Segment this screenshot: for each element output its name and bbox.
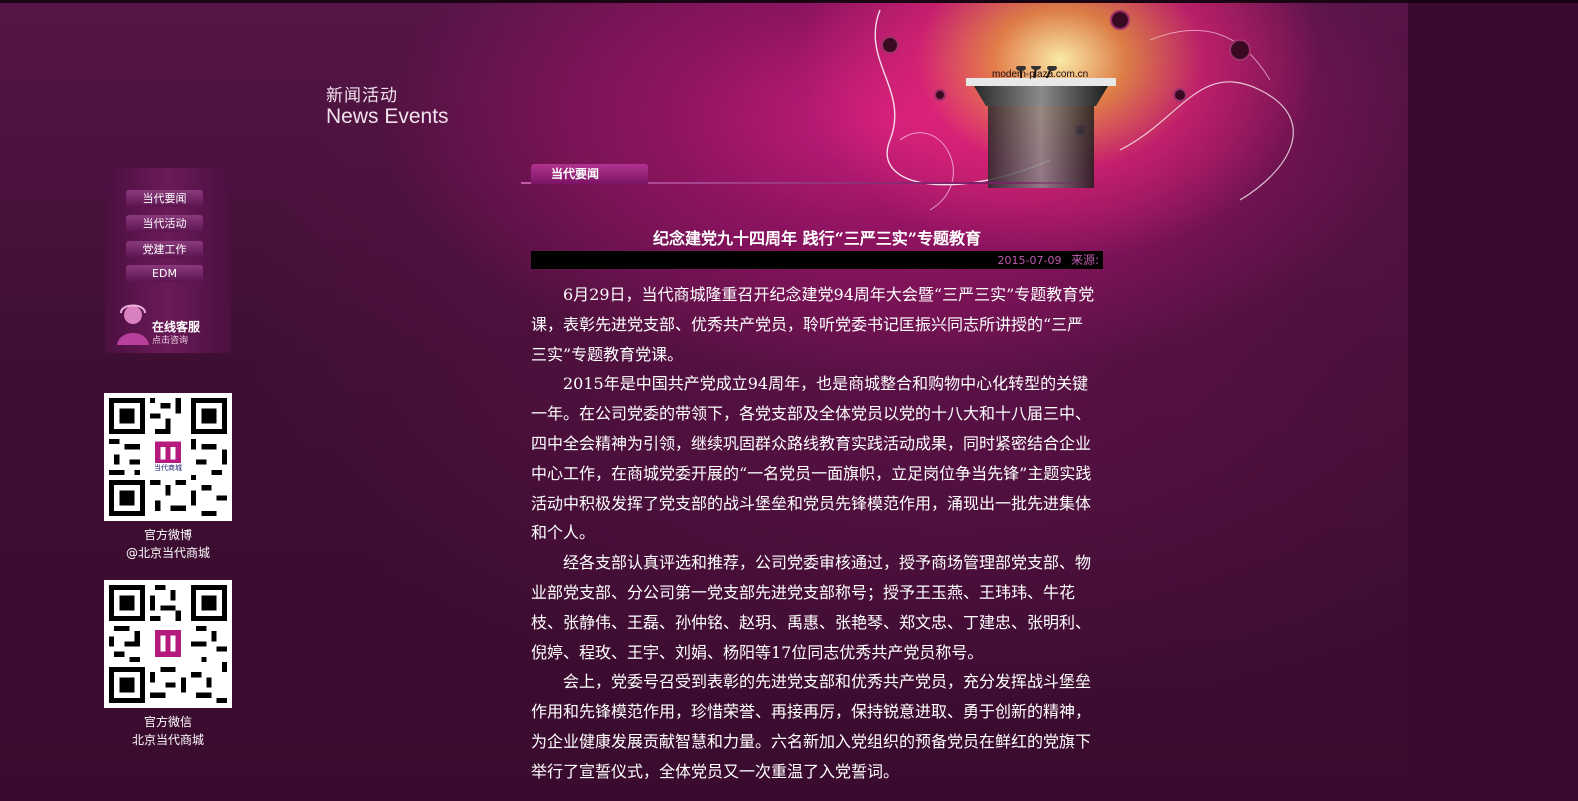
- wechat-caption-line1: 官方微信: [143, 715, 192, 729]
- right-margin: [1408, 0, 1578, 801]
- online-service-button[interactable]: 在线客服 点击咨询: [105, 296, 231, 346]
- article-paragraph: 2015年是中国共产党成立94周年，也是商城整合和购物中心化转型的关键一年。在公…: [531, 374, 1092, 543]
- sidebar-item-news[interactable]: 当代要闻: [126, 190, 203, 207]
- article-paragraph: 会上，党委号召受到表彰的先进党支部和优秀共产党员，充分发挥战斗堡垒作用和先锋模范…: [531, 672, 1092, 781]
- section-title-en: News Events: [326, 105, 449, 128]
- wechat-qr-code[interactable]: [104, 580, 232, 708]
- sidebar-menu: 当代要闻 当代活动 党建工作 EDM 在线客服 点击咨询: [105, 168, 231, 353]
- weibo-caption-line1: 官方微博: [143, 528, 192, 542]
- article-body: 6月29日，当代商城隆重召开纪念建党94周年大会暨“三严三实”专题教育党课，表彰…: [531, 280, 1097, 787]
- sidebar-item-party-work[interactable]: 党建工作: [126, 241, 203, 258]
- qr-code-icon: [104, 393, 232, 521]
- article-title: 纪念建党九十四周年 践行“三严三实”专题教育: [653, 229, 981, 248]
- article-paragraph: 经各支部认真评选和推荐，公司党委审核通过，授予商场管理部党支部、物业部党支部、分…: [531, 553, 1092, 662]
- top-strip: [0, 0, 1578, 3]
- article-source-label: 来源:: [1070, 253, 1099, 267]
- qr-logo-text: 当代商城: [148, 463, 188, 473]
- section-title-cn: 新闻活动: [326, 86, 398, 106]
- tab-news[interactable]: 当代要闻: [531, 164, 648, 184]
- article-paragraph: 6月29日，当代商城隆重召开纪念建党94周年大会暨“三严三实”专题教育党课，表彰…: [531, 285, 1095, 364]
- wechat-caption-line2: 北京当代商城: [131, 733, 204, 747]
- article-date: 2015-07-09: [997, 254, 1062, 267]
- section-title: 新闻活动 News Events: [326, 86, 449, 128]
- sidebar-item-events[interactable]: 当代活动: [126, 215, 203, 232]
- weibo-qr-code[interactable]: 当代商城: [104, 393, 232, 521]
- wechat-qr-caption: 官方微信 北京当代商城: [104, 713, 232, 749]
- sidebar-item-edm[interactable]: EDM: [126, 265, 203, 282]
- site-badge: modern-plaza.com.cn: [992, 69, 1089, 80]
- tab-bar: 当代要闻: [521, 160, 1103, 186]
- qr-code-icon: [104, 580, 232, 708]
- online-service-sub: 点击咨询: [152, 336, 189, 346]
- article-meta-bar: 2015-07-09 来源:: [531, 251, 1103, 269]
- weibo-qr-caption: 官方微博 @北京当代商城: [104, 526, 232, 562]
- customer-service-icon: [117, 304, 149, 345]
- weibo-caption-line2: @北京当代商城: [125, 546, 210, 560]
